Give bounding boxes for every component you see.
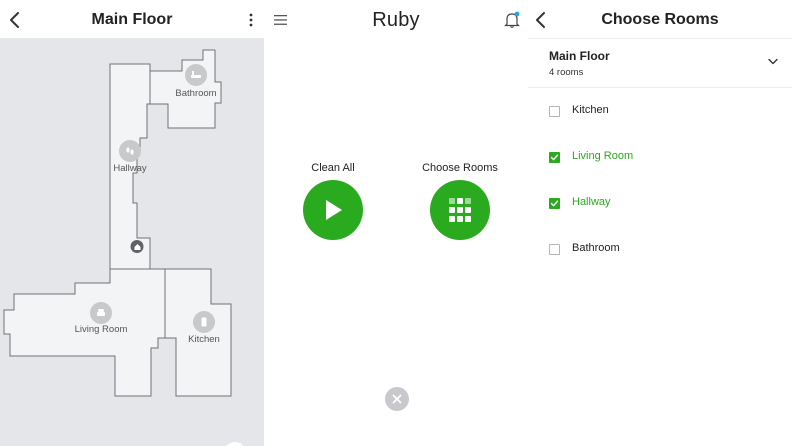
- refrigerator-icon: [193, 311, 215, 333]
- footprints-icon: [119, 140, 141, 162]
- room-option-label: Living Room: [572, 150, 634, 162]
- room-label-hallway: Hallway: [113, 163, 147, 174]
- choose-rooms-label: Choose Rooms: [422, 162, 498, 174]
- page-title: Choose Rooms: [601, 11, 719, 28]
- checkmark-icon: [550, 154, 559, 161]
- bell-icon: [504, 11, 520, 28]
- kebab-menu-icon: [249, 13, 253, 27]
- more-options-button[interactable]: [242, 10, 260, 30]
- choose-rooms-screen: Choose Rooms Main Floor 4 rooms Kitchen …: [528, 0, 792, 446]
- floor-name: Main Floor: [549, 49, 610, 63]
- room-checkbox[interactable]: [549, 152, 560, 163]
- clean-all-action: Clean All: [283, 162, 383, 240]
- close-button[interactable]: [385, 387, 409, 411]
- robot-name-title: Ruby: [372, 9, 420, 31]
- room-option-living-room[interactable]: Living Room: [528, 143, 792, 173]
- room-label-living-room: Living Room: [74, 324, 128, 335]
- page-title: Main Floor: [91, 11, 173, 28]
- choose-rooms-button[interactable]: [430, 180, 490, 240]
- room-option-hallway[interactable]: Hallway: [528, 189, 792, 219]
- checkmark-icon: [550, 200, 559, 207]
- room-option-label: Bathroom: [572, 242, 620, 254]
- robot-home-screen: Ruby Clean All Choose Rooms: [264, 0, 528, 446]
- room-label-bathroom: Bathroom: [175, 88, 217, 99]
- chevron-down-icon: [768, 58, 778, 65]
- home-base-icon: [130, 240, 144, 253]
- map-header: Main Floor: [0, 0, 264, 40]
- clean-all-button[interactable]: [303, 180, 363, 240]
- room-option-label: Kitchen: [572, 104, 609, 116]
- room-option-bathroom[interactable]: Bathroom: [528, 235, 792, 265]
- choose-rooms-action: Choose Rooms: [410, 162, 510, 240]
- room-option-kitchen[interactable]: Kitchen: [528, 97, 792, 127]
- room-checkbox[interactable]: [549, 106, 560, 117]
- play-icon: [326, 200, 342, 220]
- floor-selector[interactable]: Main Floor 4 rooms: [528, 38, 792, 88]
- room-checkbox[interactable]: [549, 198, 560, 209]
- room-checkbox[interactable]: [549, 244, 560, 255]
- bathtub-icon: [185, 64, 207, 86]
- home-header: Ruby: [264, 0, 528, 40]
- floor-map[interactable]: Bathroom Hallway Living Room Kitchen: [0, 38, 264, 446]
- map-screen: Main Floor Bathroom Hallway Living Room …: [0, 0, 264, 446]
- floor-room-count: 4 rooms: [549, 67, 584, 78]
- armchair-icon: [90, 302, 112, 324]
- clean-all-label: Clean All: [311, 162, 355, 174]
- room-label-kitchen: Kitchen: [188, 334, 220, 345]
- room-option-label: Hallway: [572, 196, 611, 208]
- notifications-button[interactable]: [502, 10, 522, 30]
- choose-rooms-header: Choose Rooms: [528, 0, 792, 40]
- close-icon: [392, 394, 402, 404]
- grid-icon: [449, 198, 471, 222]
